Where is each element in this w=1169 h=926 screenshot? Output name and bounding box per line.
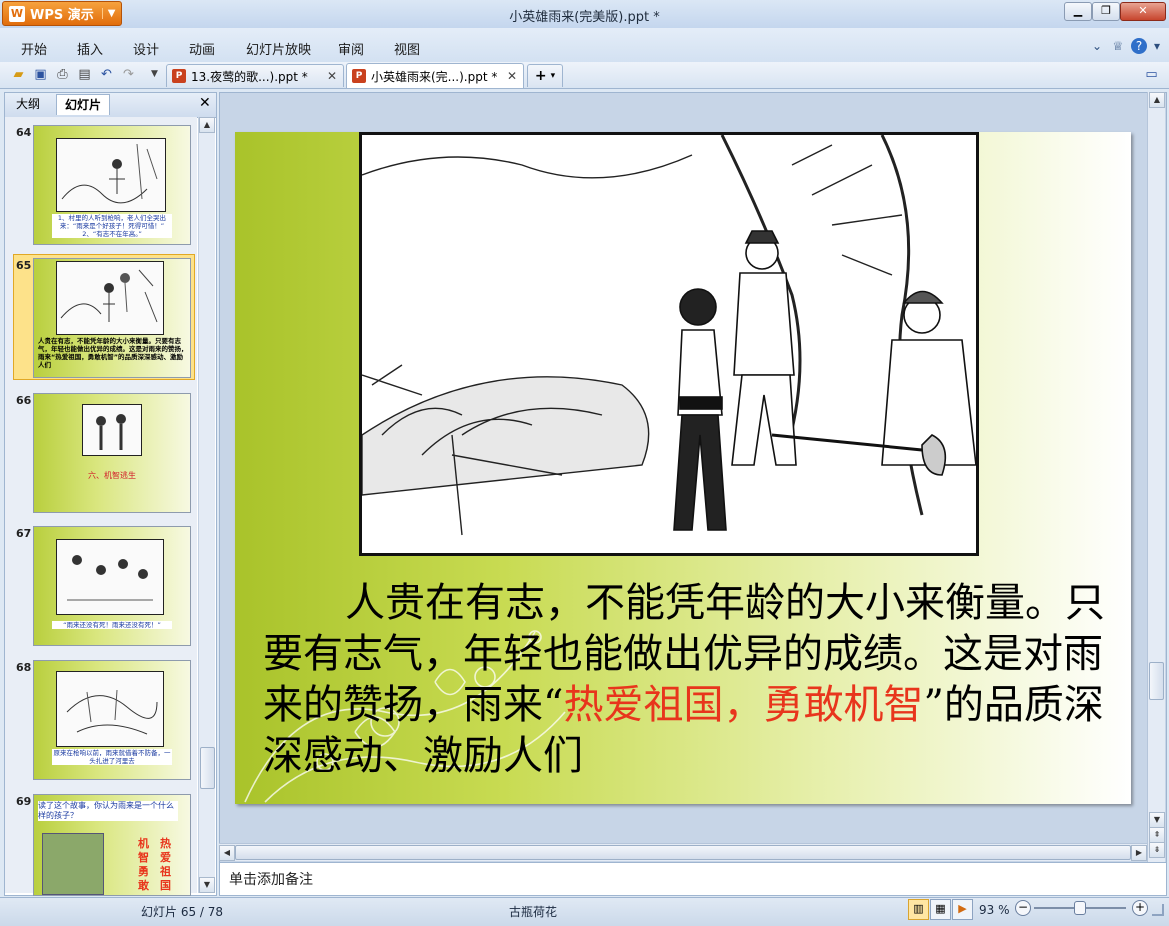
scrollbar-thumb[interactable] bbox=[200, 747, 215, 789]
photo-thumbnail bbox=[42, 833, 104, 895]
slide-words-right: 热爱祖国 bbox=[160, 837, 171, 892]
undo-icon[interactable]: ↶ bbox=[98, 66, 115, 83]
skin-icon[interactable]: ♕ bbox=[1110, 38, 1126, 54]
chevron-down-icon[interactable]: ⌄ bbox=[1089, 38, 1105, 54]
slide-sorter-icon[interactable]: ▦ bbox=[930, 899, 951, 920]
maximize-button[interactable]: ❐ bbox=[1092, 2, 1120, 21]
scroll-down-button[interactable]: ▼ bbox=[199, 877, 215, 893]
slide-counter: 幻灯片 65 / 78 bbox=[141, 905, 224, 919]
current-slide[interactable]: 人贵在有志，不能凭年龄的大小来衡量。只要有志气，年轻也能做出优异的成绩。这是对雨… bbox=[235, 132, 1131, 804]
new-tab-button[interactable]: + ▾ bbox=[527, 64, 563, 87]
slide-number: 66 bbox=[16, 394, 32, 407]
illustration-thumbnail bbox=[56, 539, 164, 615]
scroll-down-button[interactable]: ▼ bbox=[1149, 812, 1165, 828]
scroll-up-button[interactable]: ▲ bbox=[199, 117, 215, 133]
illustration-image[interactable] bbox=[359, 132, 979, 556]
tab-document-1[interactable]: P 13.夜莺的歌...).ppt * ✕ bbox=[166, 64, 344, 87]
open-folder-icon[interactable]: ▰ bbox=[10, 66, 27, 83]
minimize-button[interactable]: ▁ bbox=[1064, 2, 1092, 21]
notes-pane[interactable] bbox=[219, 862, 1167, 896]
chevron-down-icon[interactable]: ▼ bbox=[146, 66, 163, 83]
illustration-thumbnail bbox=[56, 671, 164, 747]
layout-icon[interactable]: ▭ bbox=[1143, 66, 1160, 83]
notes-placeholder[interactable]: 单击添加备注 bbox=[229, 869, 313, 889]
close-icon[interactable]: ✕ bbox=[199, 95, 211, 111]
menu-home[interactable]: 开始 bbox=[21, 39, 47, 58]
editor-horizontal-scrollbar[interactable]: ◀ ▶ bbox=[219, 843, 1147, 861]
tab-label: 小英雄雨来(完...).ppt * bbox=[371, 69, 498, 84]
slide-number: 68 bbox=[16, 661, 32, 674]
menu-insert[interactable]: 插入 bbox=[77, 39, 103, 58]
close-icon[interactable]: ✕ bbox=[507, 69, 517, 83]
slide-number: 64 bbox=[16, 126, 32, 139]
slide-body-text[interactable]: 人贵在有志，不能凭年龄的大小来衡量。只要有志气，年轻也能做出优异的成绩。这是对雨… bbox=[263, 578, 1131, 782]
chevron-down-icon[interactable]: ▾ bbox=[1149, 38, 1165, 54]
slide-caption: 人贵在有志，不能凭年龄的大小来衡量。只要有志气，年轻也能做出优异的成绩。这是对雨… bbox=[38, 337, 188, 369]
slide-thumbnail[interactable]: 读了这个故事，你认为雨来是一个什么样的孩子？ 机智勇敢 热爱祖国 bbox=[33, 794, 191, 896]
tab-slides[interactable]: 幻灯片 bbox=[56, 94, 111, 115]
previous-slide-button[interactable]: ⇞ bbox=[1149, 827, 1165, 843]
slide-text-highlight: 热爱祖国，勇敢机智 bbox=[563, 682, 924, 728]
slide-number: 67 bbox=[16, 527, 32, 540]
window-title: 小英雄雨来(完美版).ppt * bbox=[509, 10, 660, 25]
slide-words-left: 机智勇敢 bbox=[138, 837, 149, 892]
tab-document-2[interactable]: P 小英雄雨来(完...).ppt * ✕ bbox=[346, 63, 524, 88]
slide-thumbnail[interactable]: “雨来还没有死！雨来还没有死！” bbox=[33, 526, 191, 646]
menu-slideshow[interactable]: 幻灯片放映 bbox=[246, 39, 311, 58]
thumbnail-scrollbar[interactable]: ▲ ▼ bbox=[198, 117, 215, 893]
illustration-thumbnail bbox=[56, 138, 166, 212]
zoom-slider-thumb[interactable] bbox=[1074, 901, 1086, 915]
illustration-thumbnail bbox=[82, 404, 142, 456]
help-icon[interactable]: ? bbox=[1131, 38, 1147, 54]
normal-view-icon[interactable]: ▥ bbox=[908, 899, 929, 920]
menu-view[interactable]: 视图 bbox=[394, 39, 420, 58]
zoom-in-button[interactable]: + bbox=[1132, 900, 1148, 916]
menu-review[interactable]: 审阅 bbox=[338, 39, 364, 58]
close-icon[interactable]: ✕ bbox=[327, 69, 337, 83]
illustration-thumbnail bbox=[56, 261, 164, 335]
slide-caption: “雨来还没有死！雨来还没有死！” bbox=[52, 621, 172, 629]
slide-caption: 读了这个故事，你认为雨来是一个什么样的孩子？ bbox=[38, 801, 178, 821]
slide-caption: 1、村里的人听到枪响，老人们全哭出来：“雨来是个好孩子！死得可惜！” 2、“有志… bbox=[52, 214, 172, 238]
slide-thumbnail[interactable]: 原来在枪响以前，雨来就借着不防备，一头扎进了河里去 bbox=[33, 660, 191, 780]
print-icon[interactable]: ⎙ bbox=[54, 66, 71, 83]
resize-grip-icon[interactable] bbox=[1152, 904, 1164, 916]
editor-vertical-scrollbar[interactable]: ▲ ▼ ⇞ ⇟ bbox=[1147, 92, 1165, 862]
slide-thumbnail[interactable]: 六、机智逃生 bbox=[33, 393, 191, 513]
next-slide-button[interactable]: ⇟ bbox=[1149, 842, 1165, 858]
slide-thumbnail-selected[interactable]: 人贵在有志，不能凭年龄的大小来衡量。只要有志气，年轻也能做出优异的成绩。这是对雨… bbox=[33, 258, 191, 378]
slideshow-icon[interactable]: ▶ bbox=[952, 899, 973, 920]
ppt-file-icon: P bbox=[352, 69, 366, 83]
zoom-level: 93 % bbox=[979, 903, 1010, 917]
scroll-up-button[interactable]: ▲ bbox=[1149, 92, 1165, 108]
menu-animation[interactable]: 动画 bbox=[189, 39, 215, 58]
scroll-right-button[interactable]: ▶ bbox=[1131, 845, 1147, 861]
scrollbar-thumb[interactable] bbox=[235, 845, 1131, 860]
slide-thumbnail[interactable]: 1、村里的人听到枪响，老人们全哭出来：“雨来是个好孩子！死得可惜！” 2、“有志… bbox=[33, 125, 191, 245]
close-window-button[interactable]: ✕ bbox=[1120, 2, 1166, 21]
slide-number: 65 bbox=[16, 259, 32, 272]
theme-name: 古瓶荷花 bbox=[509, 905, 558, 919]
zoom-out-button[interactable]: − bbox=[1015, 900, 1031, 916]
ppt-file-icon: P bbox=[172, 69, 186, 83]
redo-icon[interactable]: ↷ bbox=[120, 66, 137, 83]
slide-caption: 原来在枪响以前，雨来就借着不防备，一头扎进了河里去 bbox=[52, 749, 172, 765]
menu-design[interactable]: 设计 bbox=[133, 39, 159, 58]
menu-bar bbox=[0, 28, 1169, 62]
save-icon[interactable]: ▣ bbox=[32, 66, 49, 83]
scroll-left-button[interactable]: ◀ bbox=[219, 845, 235, 861]
print-preview-icon[interactable]: ▤ bbox=[76, 66, 93, 83]
tab-label: 13.夜莺的歌...).ppt * bbox=[191, 69, 308, 84]
slide-number: 69 bbox=[16, 795, 32, 808]
tab-outline[interactable]: 大纲 bbox=[8, 94, 48, 114]
slide-caption: 六、机智逃生 bbox=[88, 471, 136, 480]
scrollbar-thumb[interactable] bbox=[1149, 662, 1164, 700]
